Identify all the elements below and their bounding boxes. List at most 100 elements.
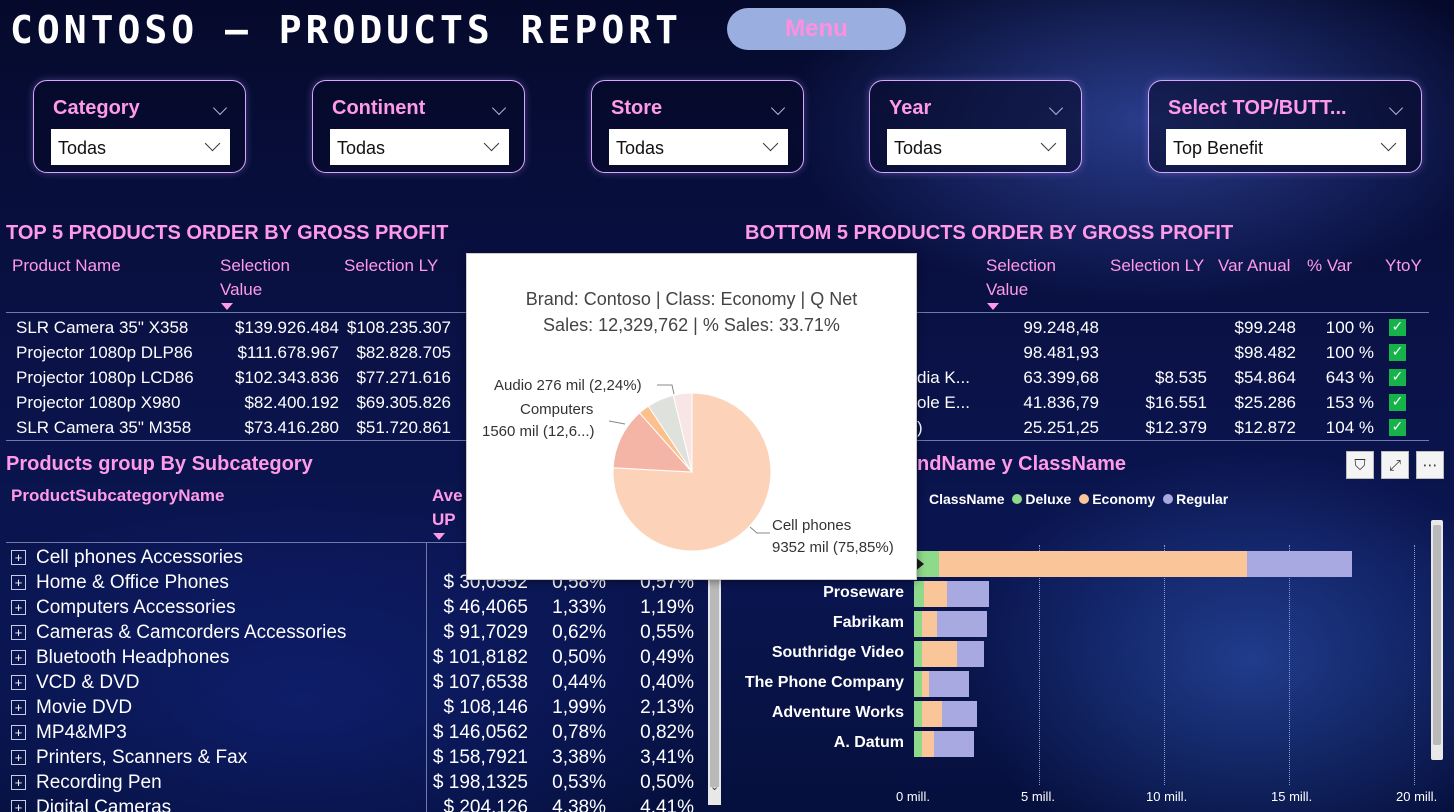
bar-segment-deluxe[interactable] [914,731,922,757]
expand-icon[interactable]: + [11,700,26,716]
bar-segment-deluxe[interactable] [914,581,924,607]
subcategory-name: VCD & DVD [36,672,140,693]
list-item[interactable]: + Computers Accessories $ 46,4065 1,33% 1,19… [6,595,708,620]
bar-segment-regular[interactable] [956,641,984,667]
chevron-down-icon[interactable] [1388,100,1404,116]
bar-segment-economy[interactable] [921,671,929,697]
legend-item[interactable]: Deluxe [1025,491,1071,507]
bar-segment-deluxe[interactable] [914,701,922,727]
menu-button[interactable]: Menu [727,8,906,50]
bar-segment-regular[interactable] [1246,551,1352,577]
bar-segment-deluxe[interactable] [914,641,922,667]
expand-icon[interactable]: + [11,675,26,691]
filter-icon[interactable]: ⛉ [1346,451,1374,479]
chevron-down-icon[interactable] [212,100,228,116]
more-options-icon[interactable]: ⋯ [1416,451,1444,479]
col-header-ytoy[interactable]: YtoY [1385,254,1422,278]
chart-scrollbar-thumb[interactable] [1433,525,1441,745]
bar-segment-economy[interactable] [939,551,1247,577]
expand-icon[interactable]: + [11,775,26,791]
legend-item[interactable]: Regular [1176,491,1228,507]
col-header-selection-ly[interactable]: Selection LY [1110,254,1204,278]
cell-pct: 0,62% [552,622,606,643]
legend-item[interactable]: Economy [1092,491,1155,507]
expand-icon[interactable]: + [11,725,26,741]
list-item[interactable]: + Recording Pen $ 198,1325 0,53% 0,50% [6,770,708,795]
cell-pct: 0,40% [640,672,694,693]
cell-pct: 1,19% [640,597,694,618]
subcategory-name: Cameras & Camcorders Accessories [36,622,347,643]
bar-segment-deluxe[interactable] [914,611,922,637]
cell-pct: 100 % [1325,318,1374,337]
bar-segment-regular[interactable] [946,581,989,607]
focus-mode-icon[interactable]: ⤢ [1381,451,1409,479]
list-item[interactable]: + MP4&MP3 $ 146,0562 0,78% 0,82% [6,720,708,745]
table-row[interactable]: SLR Camera 35" X358 $139.926.484 $108.235.… [6,315,466,340]
expand-icon[interactable]: + [11,650,26,666]
scrollbar-thumb[interactable] [710,563,719,787]
col-header-selection-value[interactable]: Selection Value [986,254,1056,302]
slicer-label: Select TOP/BUTT... [1168,97,1347,119]
category-dropdown[interactable]: Todas [51,129,230,165]
store-dropdown[interactable]: Todas [609,129,788,165]
col-header-selection-ly[interactable]: Selection LY [344,254,438,278]
bar-segment-economy[interactable] [921,641,957,667]
expand-icon[interactable]: + [11,800,26,812]
table-row[interactable]: ole E... 41.836,79 $16.551 $25.286 153 % ✓ [917,390,1437,415]
continent-dropdown[interactable]: Todas [330,129,509,165]
chevron-down-icon[interactable] [1048,100,1064,116]
expand-icon[interactable]: + [11,600,26,616]
legend-title: ClassName [929,491,1005,507]
table-row[interactable]: 99.248,48 $99.248 100 % ✓ [917,315,1437,340]
table-row[interactable]: SLR Camera 35" M358 $73.416.280 $51.720.86… [6,415,466,440]
col-header-subcategory[interactable]: ProductSubcategoryName [11,484,225,508]
bar-segment-regular[interactable] [934,731,974,757]
list-item[interactable]: + Printers, Scanners & Fax $ 158,7921 3,38%… [6,745,708,770]
expand-icon[interactable]: + [11,550,26,566]
table-row[interactable]: Projector 1080p DLP86 $111.678.967 $82.828… [6,340,466,365]
table-row[interactable]: ) 25.251,25 $12.379 $12.872 104 % ✓ [917,415,1437,440]
cell-ly: $108.235.307 [347,318,451,337]
list-item[interactable]: + Bluetooth Headphones $ 101,8182 0,50% 0,49… [6,645,708,670]
brand-label: Proseware [823,584,904,601]
col-header-var-anual[interactable]: Var Anual [1218,254,1290,278]
bar-segment-deluxe[interactable] [914,671,922,697]
report-title: CONTOSO – PRODUCTS REPORT [10,8,682,52]
subcategory-name: Computers Accessories [36,597,236,618]
expand-icon[interactable]: + [11,575,26,591]
list-item[interactable]: + Movie DVD $ 108,146 1,99% 2,13% [6,695,708,720]
list-item[interactable]: + VCD & DVD $ 107,6538 0,44% 0,40% [6,670,708,695]
bar-segment-economy[interactable] [924,581,947,607]
legend-dot [1163,494,1174,505]
expand-icon[interactable]: + [11,750,26,766]
list-item[interactable]: + Cameras & Camcorders Accessories $ 91,70… [6,620,708,645]
bar-segment-economy[interactable] [921,701,942,727]
bar-segment-regular[interactable] [936,611,987,637]
col-header-pct-var[interactable]: % Var [1307,254,1352,278]
chevron-down-icon[interactable] [491,100,507,116]
chevron-down-icon[interactable] [770,100,786,116]
cell-value: $139.926.484 [235,318,339,337]
table-row[interactable]: Projector 1080p X980 $82.400.192 $69.305.8… [6,390,466,415]
expand-icon[interactable]: + [11,625,26,641]
list-item[interactable]: + Digital Cameras $ 204,126 4,38% 4,41% [6,795,708,812]
table-row[interactable]: 98.481,93 $98.482 100 % ✓ [917,340,1437,365]
bar-segment-regular[interactable] [941,701,977,727]
table-row[interactable]: dia K... 63.399,68 $8.535 $54.864 643 % ✓ [917,365,1437,390]
bar-segment-economy[interactable] [921,731,934,757]
table-row[interactable]: Projector 1080p LCD86 $102.343.836 $77.271… [6,365,466,390]
chart-legend: ClassName Deluxe Economy Regular [929,491,1228,507]
pie-label-cell-phones-value: 9352 mil (75,85%) [772,539,894,556]
cell-ly: $51.720.861 [356,418,451,437]
col-header-avg-up[interactable]: Ave UP [432,484,463,532]
cell-avg: $ 91,7029 [443,622,528,643]
top-bottom-dropdown[interactable]: Top Benefit [1166,129,1406,165]
col-header-selection-value[interactable]: Selection Value [220,254,290,302]
col-header-product-name[interactable]: Product Name [12,254,121,278]
subcategory-name: MP4&MP3 [36,722,127,743]
bar-segment-economy[interactable] [921,611,937,637]
bar-segment-regular[interactable] [929,671,969,697]
year-dropdown[interactable]: Todas [887,129,1066,165]
top5-rows: SLR Camera 35" X358 $139.926.484 $108.235.… [6,315,466,440]
scroll-down-icon[interactable]: ⌄ [710,780,719,793]
